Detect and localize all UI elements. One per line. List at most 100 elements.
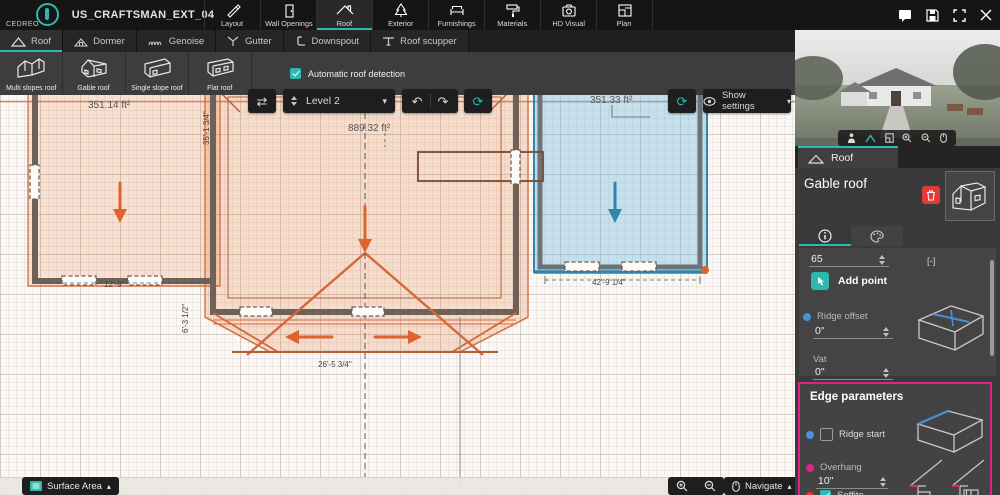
subtab-gutter[interactable]: Gutter: [216, 30, 284, 52]
ridge-start-row[interactable]: Ridge start: [806, 428, 885, 441]
floor-plan-canvas[interactable]: 351.14 ft² 889.32 ft² 351.33 ft² 12'-9" …: [0, 89, 800, 495]
slope-stepper[interactable]: [879, 254, 885, 265]
subtab-downspout[interactable]: Downspout: [283, 30, 372, 52]
gable-roof-thumbnail[interactable]: [945, 171, 995, 221]
app-logo[interactable]: CEDREO: [0, 0, 68, 30]
refresh-selection-button[interactable]: ⟳: [668, 89, 696, 113]
roof-properties-section: [-] Add point Ridge offset: [799, 248, 996, 380]
panel-scrollbar[interactable]: [990, 260, 994, 356]
zoom-out-icon[interactable]: [704, 480, 716, 492]
panel-tab-roof[interactable]: Roof: [798, 146, 898, 168]
preview-mouse-icon[interactable]: [940, 133, 947, 143]
chevron-down-icon: ▾: [382, 95, 387, 106]
tool-multi-slopes-roof[interactable]: Multi slopes roof: [0, 52, 63, 95]
save-icon[interactable]: [926, 8, 939, 22]
soffite-checkbox[interactable]: [820, 490, 831, 495]
add-point-button[interactable]: Add point: [811, 272, 887, 290]
zoom-in-icon[interactable]: [676, 480, 688, 492]
panel-tab-bar: Roof: [795, 146, 1000, 168]
recalculate-roofs-button[interactable]: ⟳: [464, 89, 492, 113]
tool-single-slope-roof[interactable]: Single slope roof: [126, 52, 189, 95]
subtab-genoise[interactable]: Genoise: [136, 30, 217, 52]
roof-shape-icon: [11, 36, 26, 47]
area-label-center: 889.32 ft²: [348, 123, 391, 134]
3d-preview-viewport[interactable]: [795, 30, 1000, 146]
dim-left-inner-height: 6'-3 1/2": [181, 304, 190, 333]
automatic-roof-detection-checkbox[interactable]: [290, 68, 301, 79]
tab-exterior[interactable]: Exterior: [372, 0, 428, 30]
preview-zoom-out-icon[interactable]: [921, 133, 931, 143]
close-icon[interactable]: [980, 9, 992, 21]
overhang-label-row: Overhang: [806, 462, 862, 473]
feedback-icon[interactable]: [898, 9, 912, 22]
tab-materials[interactable]: Materials: [484, 0, 540, 30]
genoise-icon: [148, 40, 162, 45]
sync-icon-2: ⟳: [676, 93, 688, 109]
tab-hd-visual[interactable]: HD Visual: [540, 0, 596, 30]
level-stepper[interactable]: [291, 96, 297, 106]
floor-plan-drawing: 351.14 ft² 889.32 ft² 351.33 ft² 12'-9" …: [0, 95, 795, 487]
delete-roof-button[interactable]: [922, 186, 940, 204]
ridge-offset-input[interactable]: [813, 324, 893, 339]
undo-redo-group: ↶ ↷: [402, 89, 458, 113]
fullscreen-icon[interactable]: [953, 8, 966, 22]
multi-slopes-roof-icon: [17, 58, 45, 78]
tool-flat-roof[interactable]: Flat roof: [189, 52, 252, 95]
tab-wall-openings[interactable]: Wall Openings: [260, 0, 316, 30]
subtab-roof[interactable]: Roof: [0, 30, 64, 52]
panel-tab-info[interactable]: [799, 226, 851, 246]
slope-input[interactable]: [809, 252, 889, 267]
list-icon: [30, 481, 42, 491]
area-label-left: 351.14 ft²: [88, 100, 131, 111]
swap-level-button[interactable]: ⇄: [248, 89, 276, 113]
panel-sub-tabs: [799, 226, 907, 246]
subtab-dormer[interactable]: Dormer: [63, 30, 137, 52]
tool-gable-roof[interactable]: Gable roof: [63, 52, 126, 95]
vat-stepper[interactable]: [883, 367, 889, 378]
cedreo-logo-icon: [36, 3, 59, 26]
tab-layout[interactable]: Layout: [204, 0, 260, 30]
show-settings-button[interactable]: Show settings ▾: [703, 89, 791, 113]
downspout-icon: [296, 35, 305, 46]
panel-tab-materials[interactable]: [851, 226, 903, 246]
soffite-anchor-dot: [806, 491, 814, 495]
roof-icon: [336, 4, 353, 14]
door-icon: [284, 3, 294, 18]
tree-icon: [393, 2, 408, 17]
3d-render: [795, 30, 1000, 146]
plan-view-icon[interactable]: [884, 133, 894, 143]
add-point-icon: [811, 272, 829, 290]
ridge-offset-stepper[interactable]: [883, 326, 889, 337]
surface-area-label: Surface Area: [47, 480, 102, 492]
soffite-row[interactable]: Soffite: [806, 490, 864, 495]
automatic-roof-detection-label: Automatic roof detection: [308, 68, 406, 79]
roof-sub-tab-bar: Roof Dormer Genoise Gutter Downspout Roo…: [0, 30, 795, 52]
mouse-icon: [732, 480, 740, 492]
surface-area-button[interactable]: Surface Area ▴: [22, 477, 119, 495]
redo-icon[interactable]: ↷: [431, 95, 456, 108]
level-selector[interactable]: Level 2 ▾: [283, 89, 395, 113]
ridge-start-checkbox[interactable]: [820, 428, 833, 441]
title-bar: CEDREO US_CRAFTSMAN_EXT_04 Layout Wall O…: [0, 0, 1000, 30]
overhang-stepper[interactable]: [880, 476, 886, 487]
vat-field-row: [813, 365, 913, 380]
tab-furnishings[interactable]: Furnishings: [428, 0, 484, 30]
ridge-offset-anchor-dot: [803, 312, 811, 321]
panel-tab-label: Roof: [831, 152, 854, 164]
navigate-button[interactable]: Navigate ▴: [724, 477, 800, 495]
ridge-start-label: Ridge start: [839, 429, 885, 440]
roof-view-icon[interactable]: [865, 133, 876, 143]
tab-plan[interactable]: Plan: [596, 0, 653, 30]
vat-input[interactable]: [813, 365, 893, 380]
overhang-input[interactable]: [816, 474, 888, 489]
walkthrough-person-icon[interactable]: [847, 133, 856, 143]
tab-roof[interactable]: Roof: [316, 0, 372, 30]
undo-icon[interactable]: ↶: [405, 95, 430, 108]
preview-zoom-in-icon[interactable]: [902, 133, 912, 143]
roof-shape-icon: [808, 154, 824, 164]
preview-toolbar: [838, 130, 956, 146]
show-settings-label: Show settings: [721, 90, 755, 112]
eye-icon: [703, 96, 716, 106]
sync-icon: ⟳: [472, 93, 484, 109]
subtab-roof-scupper[interactable]: Roof scupper: [371, 30, 469, 52]
